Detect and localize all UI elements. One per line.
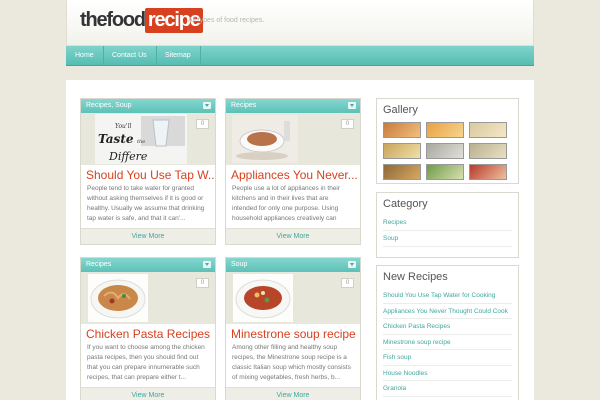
card-header: Recipes (226, 99, 360, 113)
post-category[interactable]: Recipes (231, 102, 256, 109)
recipe-link[interactable]: Fish soup (383, 350, 512, 366)
category-widget: Category Recipes Soup (376, 192, 519, 258)
comment-count[interactable]: 0 (196, 119, 209, 129)
comment-count[interactable]: 0 (196, 278, 209, 288)
svg-text:the: the (137, 139, 145, 145)
category-link-soup[interactable]: Soup (383, 231, 512, 247)
svg-text:Differe: Differe (108, 150, 148, 163)
post-thumbnail-area: 0 (226, 272, 360, 324)
logo-food: food (106, 9, 146, 31)
post-excerpt: If you want to choose among the chicken … (87, 344, 205, 381)
gallery-thumb[interactable] (469, 143, 507, 159)
post-excerpt: People use a lot of appliances in their … (232, 185, 341, 222)
chevron-down-icon[interactable] (348, 102, 356, 109)
post-excerpt: Among other filling and healthy soup rec… (232, 344, 351, 381)
post-card: Soup 0 Minestrone soup recipe Among othe… (225, 257, 361, 400)
gallery-thumb[interactable] (426, 164, 464, 180)
svg-text:Taste: Taste (98, 132, 134, 146)
chevron-down-icon[interactable] (203, 102, 211, 109)
svg-text:You'll: You'll (115, 123, 131, 130)
recipe-link[interactable]: House Noodles (383, 366, 512, 381)
gallery-thumb[interactable] (469, 164, 507, 180)
post-card: Recipes 0 Appliances You Never... People… (225, 98, 361, 245)
post-title[interactable]: Appliances You Never... (226, 165, 360, 182)
gallery-thumb[interactable] (383, 164, 421, 180)
post-category[interactable]: Recipes (86, 261, 111, 268)
chevron-down-icon[interactable] (203, 261, 211, 268)
post-card: Recipes, Soup You'll Taste the Differe 0… (80, 98, 216, 245)
new-recipes-title: New Recipes (383, 271, 448, 283)
main-nav: Home Contact Us Sitemap (66, 46, 534, 66)
recipe-link[interactable]: Appliances You Never Thought Could Cook (383, 304, 512, 319)
site-logo[interactable]: thefood recipe (80, 8, 203, 33)
post-title[interactable]: Chicken Pasta Recipes (81, 324, 215, 341)
card-header: Soup (226, 258, 360, 272)
gallery-title: Gallery (383, 104, 418, 116)
view-more-link[interactable]: View More (226, 228, 360, 244)
chevron-down-icon[interactable] (348, 261, 356, 268)
recipe-link[interactable]: Minestrone soup recipe (383, 335, 512, 350)
post-thumbnail-area: 0 (226, 113, 360, 165)
logo-the: the (80, 9, 108, 31)
new-recipes-list: Should You Use Tap Water for Cooking App… (377, 288, 518, 400)
post-title[interactable]: Should You Use Tap W... (81, 165, 215, 182)
nav-contact-us[interactable]: Contact Us (103, 46, 157, 66)
gallery-thumb[interactable] (383, 122, 421, 138)
chicken-pasta-thumbnail[interactable] (88, 274, 148, 322)
post-card: Recipes 0 Chicken Pasta Recipes If you w… (80, 257, 216, 400)
view-more-link[interactable]: View More (81, 387, 215, 400)
post-title[interactable]: Minestrone soup recipe (226, 324, 360, 341)
card-header: Recipes (81, 258, 215, 272)
comment-count[interactable]: 0 (341, 278, 354, 288)
gallery-widget: Gallery (376, 98, 519, 184)
gallery-thumb[interactable] (469, 122, 507, 138)
recipe-link[interactable]: Granola (383, 381, 512, 397)
comment-count[interactable]: 0 (341, 119, 354, 129)
appliances-thumbnail[interactable] (232, 115, 298, 163)
gallery-thumb[interactable] (426, 122, 464, 138)
nav-sitemap[interactable]: Sitemap (156, 46, 201, 66)
minestrone-thumbnail[interactable] (233, 274, 293, 322)
category-link-recipes[interactable]: Recipes (383, 215, 512, 231)
category-list: Recipes Soup (377, 215, 518, 251)
site-tagline: All types of food recipes. (188, 17, 265, 24)
gallery-thumb[interactable] (383, 143, 421, 159)
new-recipes-widget: New Recipes Should You Use Tap Water for… (376, 265, 519, 400)
tap-water-thumbnail[interactable]: You'll Taste the Differe (95, 114, 187, 164)
site-header: thefood recipe All types of food recipes. (66, 0, 534, 46)
post-category[interactable]: Recipes, Soup (86, 102, 132, 109)
post-thumbnail-area: 0 (81, 272, 215, 324)
post-category[interactable]: Soup (231, 261, 247, 268)
post-excerpt: People tend to take water for granted wi… (87, 185, 205, 222)
recipe-link[interactable]: Chicken Pasta Recipes (383, 319, 512, 335)
nav-home[interactable]: Home (66, 46, 104, 66)
recipe-link[interactable]: Should You Use Tap Water for Cooking (383, 288, 512, 304)
gallery-thumb[interactable] (426, 143, 464, 159)
gallery-grid (377, 121, 518, 186)
view-more-link[interactable]: View More (81, 228, 215, 244)
view-more-link[interactable]: View More (226, 387, 360, 400)
card-header: Recipes, Soup (81, 99, 215, 113)
category-title: Category (383, 198, 428, 210)
post-thumbnail-area: You'll Taste the Differe 0 (81, 113, 215, 165)
